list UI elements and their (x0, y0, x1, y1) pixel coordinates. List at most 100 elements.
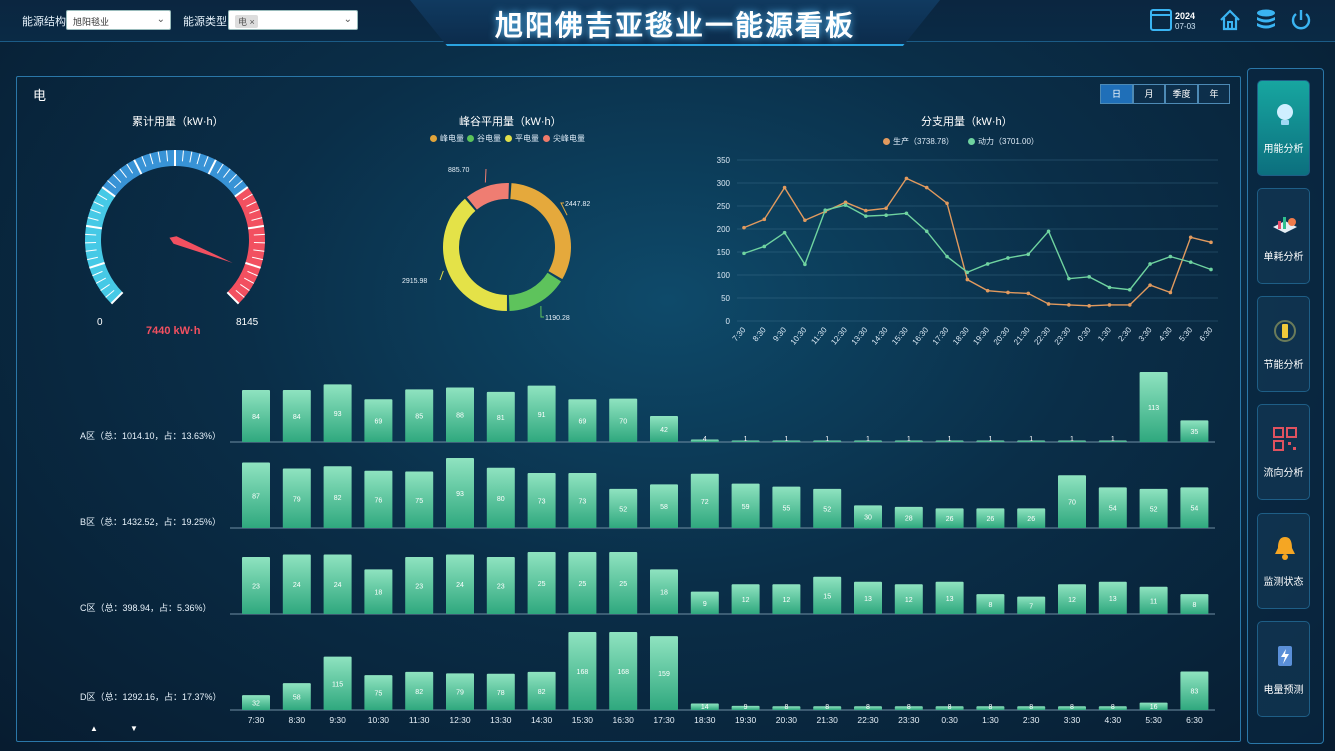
zone-bar-label: 1 (907, 436, 911, 443)
zone-bar-label: 82 (538, 689, 546, 696)
zone-bar-label: 159 (658, 671, 670, 678)
database-icon[interactable] (1254, 8, 1278, 32)
zone-bar-label: 69 (579, 419, 587, 426)
type-chip: 电 × (235, 15, 258, 28)
pie-legend-item[interactable]: 峰电量 (430, 133, 464, 144)
sidebar-item-5[interactable]: 电量预测 (1257, 621, 1310, 717)
pie-legend-item[interactable]: 平电量 (505, 133, 539, 144)
sidebar-item-4[interactable]: 监测状态 (1257, 513, 1310, 609)
gauge-title: 累计用量（kW·h） (132, 116, 224, 128)
zone-x-tick: 3:30 (1064, 715, 1081, 725)
pie-legend-item[interactable]: 谷电量 (467, 133, 501, 144)
line-x-tick: 12:30 (829, 325, 849, 347)
zone-bar-label: 81 (497, 415, 505, 422)
legend-dot (883, 138, 890, 145)
pie-slice-label: 1190.28 (545, 315, 570, 322)
gauge-needle (169, 236, 233, 263)
line-point (1087, 304, 1091, 308)
zone-bar-label: 8 (825, 704, 829, 711)
zone-bar-label: 42 (660, 427, 668, 434)
zone-x-tick: 22:30 (857, 715, 879, 725)
zone-bar-label: 52 (1150, 506, 1158, 513)
legend-dot (430, 135, 437, 142)
line-x-tick: 16:30 (911, 325, 931, 347)
pie-slice (466, 183, 509, 210)
structure-select[interactable]: 旭阳毯业 ⌄ (66, 10, 171, 30)
zone-c-label: C区（总：398.94，占：5.36%） (80, 603, 212, 613)
pie-slice-label: 2915.98 (402, 278, 427, 285)
line-x-tick: 17:30 (931, 325, 951, 347)
scroll-down-icon[interactable]: ▼ (130, 724, 138, 733)
line-series (743, 177, 1212, 307)
line-point (864, 208, 868, 213)
zone-bar-label: 23 (497, 583, 505, 590)
line-point (884, 206, 888, 211)
zone-bar-charts: 84 84 936985 88 81 9169 70424 1 1 1 1 1 1 1 1 1 11133587… (230, 372, 1215, 725)
sidebar-item-label: 用能分析 (1263, 144, 1304, 155)
sidebar-item-1[interactable]: 单耗分析 (1257, 188, 1310, 284)
legend-dot (505, 135, 512, 142)
zone-bar-label: 78 (497, 690, 505, 697)
home-icon[interactable] (1218, 8, 1242, 32)
calendar-icon[interactable] (1150, 9, 1172, 31)
chevron-down-icon: ⌄ (156, 14, 165, 25)
zone-bar-label: 1 (988, 436, 992, 443)
sidebar-item-0[interactable]: 用能分析 (1257, 80, 1310, 176)
line-point (1188, 235, 1193, 240)
date-year: 2024 (1175, 11, 1196, 21)
period-day-button[interactable]: 日 (1100, 84, 1133, 104)
zone-bar-label: 1 (866, 436, 870, 443)
line-point (1168, 254, 1173, 259)
line-x-tick: 5:30 (1177, 325, 1194, 343)
zone-bar-label: 9 (703, 601, 707, 608)
zone-bar-label: 85 (415, 414, 423, 421)
line-point (1168, 290, 1173, 295)
period-month-button[interactable]: 月 (1133, 84, 1165, 104)
zone-bar-label: 14 (701, 704, 709, 711)
pie-legend-item[interactable]: 尖峰电量 (543, 133, 585, 144)
line-point (782, 230, 787, 235)
zone-bar-label: 52 (823, 506, 831, 513)
line-chart: 350 300 250 200 150 100 50 07:30 8:30 9:30 10:30 11… (717, 156, 1218, 347)
line-y-tick: 300 (717, 179, 731, 188)
line-y-tick: 200 (717, 225, 731, 234)
zone-x-tick: 20:30 (776, 715, 798, 725)
zone-x-tick: 5:30 (1145, 715, 1162, 725)
chart-3d-icon (1271, 209, 1299, 237)
line-legend-item[interactable]: 动力（3701.00） (968, 136, 1039, 147)
line-x-tick: 20:30 (992, 325, 1012, 347)
zone-x-tick: 14:30 (531, 715, 553, 725)
zone-bar-label: 73 (538, 499, 546, 506)
power-icon[interactable] (1289, 8, 1313, 32)
line-point (762, 244, 767, 249)
sidebar-item-2[interactable]: 节能分析 (1257, 296, 1310, 392)
line-point (1107, 285, 1112, 290)
zone-x-tick: 6:30 (1186, 715, 1203, 725)
sidebar-item-3[interactable]: 流向分析 (1257, 404, 1310, 500)
sidebar-item-label: 单耗分析 (1263, 252, 1304, 263)
pie-slice-label: 885.70 (448, 167, 470, 174)
zone-x-tick: 0:30 (941, 715, 958, 725)
period-quarter-button[interactable]: 季度 (1165, 84, 1198, 104)
zone-bar-label: 1 (784, 436, 788, 443)
zone-a-label: A区（总：1014.10，占：13.63%） (80, 431, 222, 441)
line-series (743, 204, 1212, 291)
scroll-up-icon[interactable]: ▲ (90, 724, 98, 733)
line-point (1209, 240, 1213, 245)
line-legend-item[interactable]: 生产（3738.78） (883, 136, 954, 147)
line-x-tick: 18:30 (951, 325, 971, 347)
line-x-tick: 21:30 (1012, 325, 1032, 347)
line-point (965, 270, 970, 275)
period-year-button[interactable]: 年 (1198, 84, 1230, 104)
gauge-min-label: 0 (97, 317, 103, 328)
zone-bar-label: 25 (538, 581, 546, 588)
zone-x-tick: 16:30 (613, 715, 635, 725)
line-x-tick: 1:30 (1096, 325, 1113, 343)
zone-x-tick: 13:30 (490, 715, 512, 725)
zone-bar-label: 75 (415, 498, 423, 505)
zone-bar-label: 70 (1068, 500, 1076, 507)
zone-x-tick: 21:30 (817, 715, 839, 725)
zone-bar-label: 8 (866, 704, 870, 711)
zone-bar-label: 11 (1150, 598, 1157, 605)
type-select[interactable]: 电 × ⌄ (228, 10, 358, 30)
